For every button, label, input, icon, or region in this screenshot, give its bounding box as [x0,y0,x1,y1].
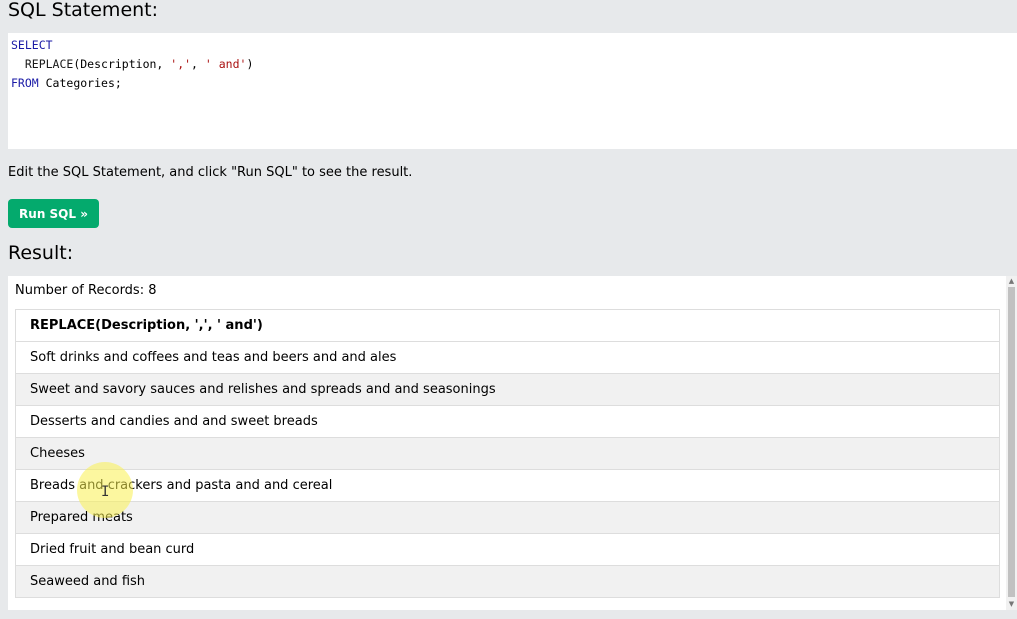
scroll-up-arrow-icon[interactable]: ▲ [1008,278,1015,285]
table-row: Breads and crackers and pasta and and ce… [15,469,1000,502]
page: SQL Statement: SELECT REPLACE(Descriptio… [0,0,1017,619]
table-cell: Prepared meats [15,501,1000,534]
sql-editor[interactable]: SELECT REPLACE(Description, ',', ' and')… [8,33,1017,149]
table-cell: Breads and crackers and pasta and and ce… [15,469,1000,502]
table-row: Desserts and candies and and sweet bread… [15,405,1000,438]
table-cell: Dried fruit and bean curd [15,533,1000,566]
table-cell: Cheeses [15,437,1000,470]
run-sql-button[interactable]: Run SQL » [8,199,99,228]
code-keyword-select: SELECT [11,38,53,52]
table-cell: Sweet and savory sauces and relishes and… [15,373,1000,406]
code-function-replace: REPLACE [24,57,74,71]
table-cell: Seaweed and fish [15,565,1000,598]
result-table: REPLACE(Description, ',', ' and') Soft d… [15,309,1000,598]
table-row: Prepared meats [15,501,1000,534]
table-row: Cheeses [15,437,1000,470]
instruction-text: Edit the SQL Statement, and click "Run S… [8,165,413,180]
result-scrollbar[interactable]: ▲ ▼ [1006,276,1017,610]
scroll-down-arrow-icon[interactable]: ▼ [1008,601,1015,608]
sql-statement-heading: SQL Statement: [8,0,159,21]
table-cell: Desserts and candies and and sweet bread… [15,405,1000,438]
code-separator: , [191,57,205,71]
result-heading: Result: [8,242,74,264]
table-row: Soft drinks and coffees and teas and bee… [15,341,1000,374]
table-header-row: REPLACE(Description, ',', ' and') [15,309,1000,342]
result-panel: Number of Records: 8 REPLACE(Description… [8,276,1006,610]
code-args-prefix: (Description, [73,57,171,71]
code-close-paren: ) [246,57,254,71]
code-string-and: ' and' [204,57,247,71]
code-keyword-from: FROM [11,76,39,90]
table-row: Dried fruit and bean curd [15,533,1000,566]
code-string-comma: ',' [170,57,192,71]
table-cell: Soft drinks and coffees and teas and bee… [15,341,1000,374]
table-header-cell: REPLACE(Description, ',', ' and') [15,309,1000,342]
table-row: Seaweed and fish [15,565,1000,598]
table-row: Sweet and savory sauces and relishes and… [15,373,1000,406]
code-table-name: Categories; [38,76,122,90]
record-count: Number of Records: 8 [15,283,157,298]
scrollbar-thumb[interactable] [1008,287,1015,597]
